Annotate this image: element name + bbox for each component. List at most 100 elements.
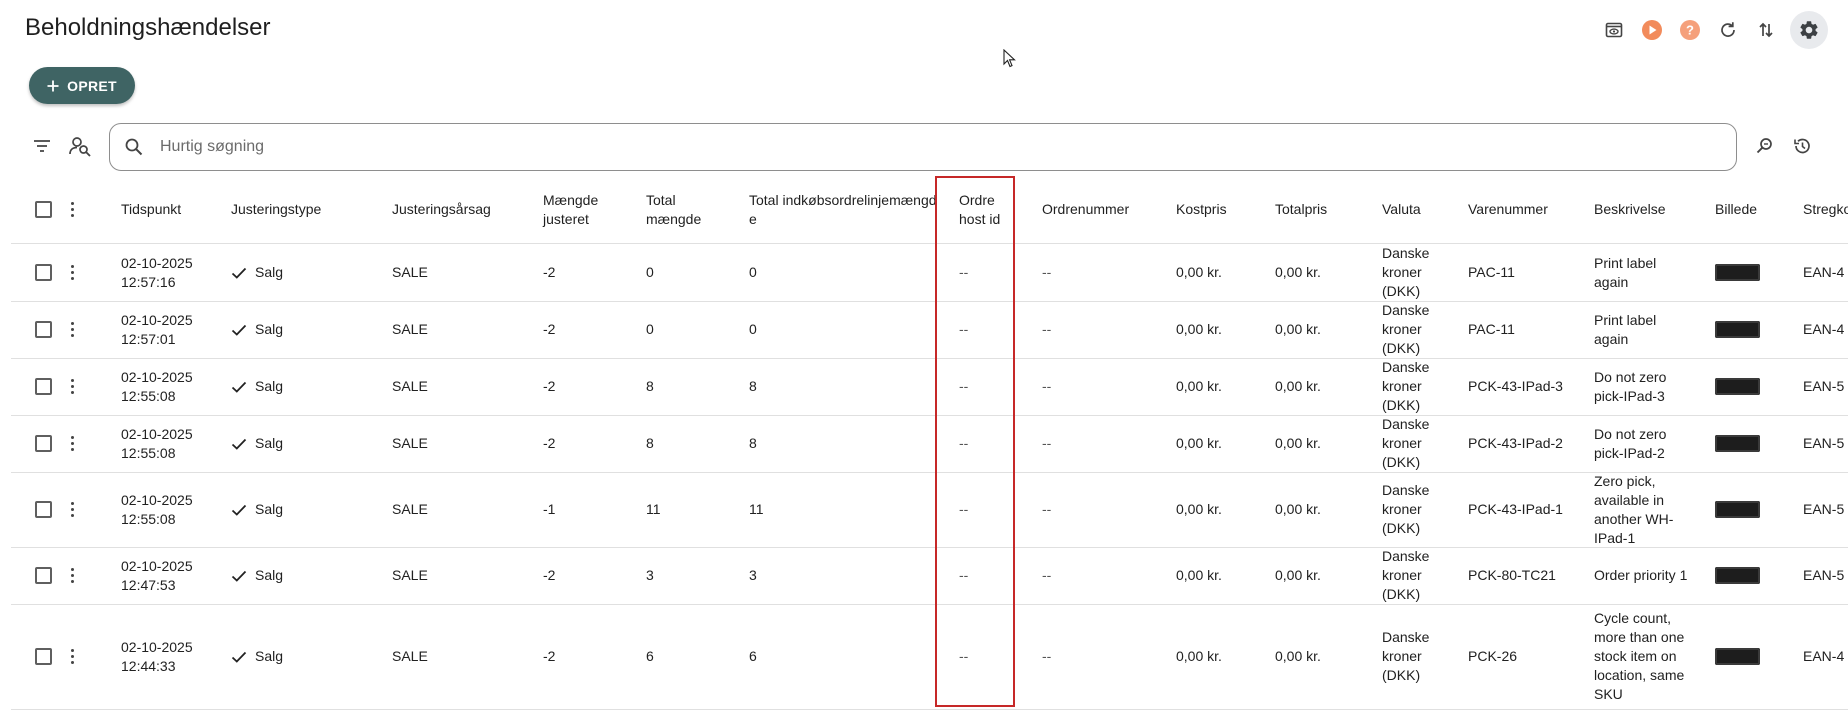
row-kebab-menu-icon[interactable]	[67, 604, 77, 709]
row-kebab-menu-icon[interactable]	[67, 244, 77, 301]
cell-tidspunkt: 02-10-2025 12:55:08	[121, 491, 193, 527]
row-checkbox[interactable]	[35, 604, 52, 709]
cell-total-maengde: 8	[646, 435, 654, 451]
cell-justeringsaarsag: SALE	[392, 264, 428, 280]
table-row[interactable]: 02-10-2025 12:55:08 Salg SALE -2 8 8 -- -- 0,00 …	[11, 415, 1848, 473]
col-header-ordre-host-id[interactable]: Ordre host id	[959, 176, 1004, 243]
col-header-varenummer[interactable]: Varenummer	[1468, 176, 1548, 243]
create-button[interactable]: OPRET	[29, 67, 135, 104]
col-header-stregkode[interactable]: Stregko	[1803, 176, 1848, 243]
filter-icon[interactable]	[32, 136, 52, 161]
select-all-checkbox[interactable]	[35, 176, 52, 243]
cell-stregkode: EAN-4	[1803, 321, 1845, 337]
cell-justeringstype: Salg	[231, 415, 283, 472]
cell-beskrivelse: Print label again	[1594, 254, 1657, 290]
col-header-ordrenummer[interactable]: Ordrenummer	[1042, 176, 1129, 243]
col-header-total-indkob[interactable]: Total indkøbsordrelinjemængde	[749, 176, 939, 243]
check-icon	[231, 323, 247, 337]
row-kebab-menu-icon[interactable]	[67, 301, 77, 358]
gear-icon[interactable]	[1790, 11, 1828, 49]
cell-beskrivelse: Order priority 1	[1594, 567, 1688, 583]
search-input[interactable]	[158, 137, 1736, 157]
header-kebab-menu-icon[interactable]	[67, 176, 77, 243]
col-header-kostpris[interactable]: Kostpris	[1176, 176, 1227, 243]
cell-beskrivelse: Zero pick, available in another WH-IPad-…	[1594, 472, 1674, 546]
product-image-thumbnail	[1715, 301, 1760, 358]
row-checkbox[interactable]	[35, 547, 52, 604]
refresh-icon[interactable]	[1714, 16, 1742, 44]
cell-maengde-justeret: -2	[543, 435, 556, 451]
col-header-totalpris[interactable]: Totalpris	[1275, 176, 1327, 243]
col-header-billede[interactable]: Billede	[1715, 176, 1757, 243]
svg-text:?: ?	[1686, 23, 1694, 38]
cell-tidspunkt: 02-10-2025 12:47:53	[121, 557, 193, 593]
table-row[interactable]: 02-10-2025 12:55:08 Salg SALE -1 11 11 -- -- 0,0…	[11, 472, 1848, 548]
cell-justeringsaarsag: SALE	[392, 501, 428, 517]
col-header-maengde-justeret[interactable]: Mængde justeret	[543, 176, 613, 243]
cell-varenummer: PCK-43-IPad-1	[1468, 501, 1563, 517]
cell-justeringstype: Salg	[231, 472, 283, 547]
check-icon	[231, 437, 247, 451]
zoom-search-icon[interactable]	[1755, 136, 1775, 161]
col-header-justeringstype[interactable]: Justeringstype	[231, 176, 321, 243]
cell-varenummer: PCK-80-TC21	[1468, 567, 1556, 583]
cell-varenummer: PCK-43-IPad-3	[1468, 378, 1563, 394]
cell-stregkode: EAN-5	[1803, 567, 1845, 583]
cell-tidspunkt: 02-10-2025 12:44:33	[121, 638, 193, 674]
row-checkbox[interactable]	[35, 358, 52, 415]
cell-ordre-host-id: --	[959, 321, 969, 337]
row-kebab-menu-icon[interactable]	[67, 547, 77, 604]
cell-total-indkob: 3	[749, 567, 757, 583]
col-header-total-maengde[interactable]: Total mængde	[646, 176, 716, 243]
cell-totalpris: 0,00 kr.	[1275, 264, 1321, 280]
cell-valuta: Danske kroner (DKK)	[1382, 416, 1430, 470]
help-icon[interactable]: ?	[1676, 16, 1704, 44]
row-checkbox[interactable]	[35, 301, 52, 358]
cell-justeringstype: Salg	[231, 358, 283, 415]
create-button-label: OPRET	[67, 77, 117, 94]
col-header-justeringsaarsag[interactable]: Justeringsårsag	[392, 176, 491, 243]
cell-tidspunkt: 02-10-2025 12:57:16	[121, 254, 193, 290]
sort-arrows-icon[interactable]	[1752, 16, 1780, 44]
cell-justeringsaarsag: SALE	[392, 567, 428, 583]
cell-totalpris: 0,00 kr.	[1275, 378, 1321, 394]
cell-maengde-justeret: -2	[543, 321, 556, 337]
play-icon[interactable]	[1638, 16, 1666, 44]
cell-justeringstype: Salg	[231, 604, 283, 709]
check-icon	[231, 569, 247, 583]
row-checkbox[interactable]	[35, 472, 52, 547]
table-row[interactable]: 02-10-2025 12:57:16 Salg SALE -2 0 0 -- -- 0,00 …	[11, 244, 1848, 302]
cell-maengde-justeret: -2	[543, 567, 556, 583]
cell-stregkode: EAN-4	[1803, 648, 1845, 664]
product-image-thumbnail	[1715, 358, 1760, 415]
row-checkbox[interactable]	[35, 244, 52, 301]
search-icon	[124, 137, 144, 157]
table-row[interactable]: 02-10-2025 12:57:01 Salg SALE -2 0 0 -- -- 0,00 …	[11, 301, 1848, 359]
cell-ordre-host-id: --	[959, 501, 969, 517]
row-kebab-menu-icon[interactable]	[67, 472, 77, 547]
table-row[interactable]: 02-10-2025 12:55:08 Salg SALE -2 8 8 -- -- 0,00 …	[11, 358, 1848, 416]
col-header-valuta[interactable]: Valuta	[1382, 176, 1421, 243]
cell-justeringsaarsag: SALE	[392, 321, 428, 337]
preview-icon[interactable]	[1600, 16, 1628, 44]
cell-valuta: Danske kroner (DKK)	[1382, 629, 1430, 683]
row-kebab-menu-icon[interactable]	[67, 415, 77, 472]
cell-ordre-host-id: --	[959, 378, 969, 394]
table-row[interactable]: 02-10-2025 12:47:53 Salg SALE -2 3 3 -- -- 0,00 …	[11, 547, 1848, 605]
cell-justeringstype: Salg	[231, 547, 283, 604]
cell-totalpris: 0,00 kr.	[1275, 648, 1321, 664]
row-checkbox[interactable]	[35, 415, 52, 472]
cell-ordrenummer: --	[1042, 501, 1052, 517]
col-header-tidspunkt[interactable]: Tidspunkt	[121, 176, 181, 243]
search-box[interactable]	[109, 123, 1737, 171]
cell-totalpris: 0,00 kr.	[1275, 321, 1321, 337]
cell-tidspunkt: 02-10-2025 12:57:01	[121, 311, 193, 347]
history-icon[interactable]	[1792, 136, 1812, 161]
product-image-thumbnail	[1715, 472, 1760, 547]
col-header-beskrivelse[interactable]: Beskrivelse	[1594, 176, 1666, 243]
cell-ordre-host-id: --	[959, 648, 969, 664]
table-row[interactable]: 02-10-2025 12:44:33 Salg SALE -2 6 6 -- -- 0,00 …	[11, 604, 1848, 710]
top-toolbar: ?	[1600, 11, 1828, 49]
user-search-icon[interactable]	[68, 134, 92, 163]
row-kebab-menu-icon[interactable]	[67, 358, 77, 415]
